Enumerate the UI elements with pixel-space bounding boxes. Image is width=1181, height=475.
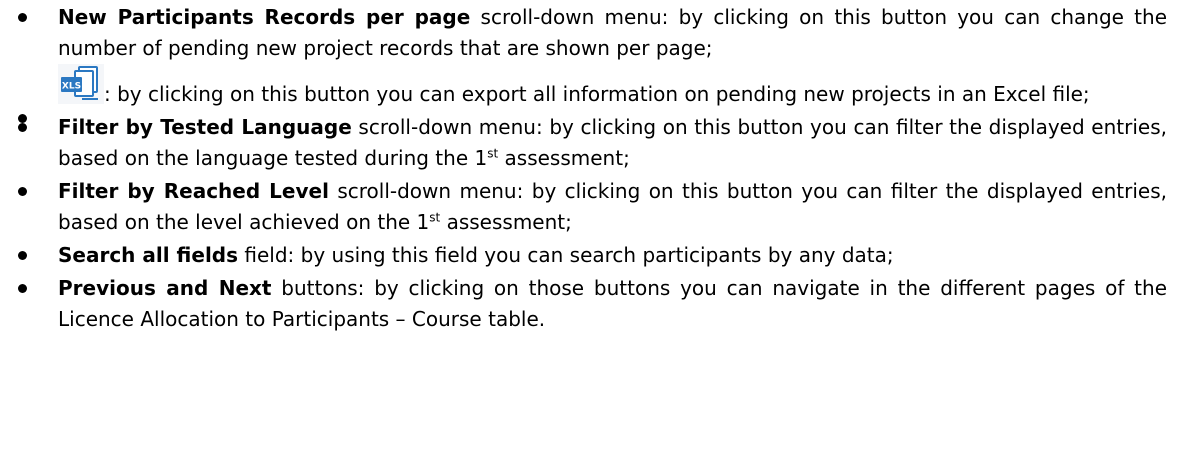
item-term: Filter by Reached Level	[58, 179, 329, 203]
document-page: New Participants Records per page scroll…	[0, 2, 1181, 475]
item-term: Filter by Tested Language	[58, 115, 352, 139]
bullet-icon	[18, 251, 27, 260]
item-description: : by clicking on this button you can exp…	[104, 82, 1090, 106]
bullet-icon	[18, 123, 27, 132]
item-term: Previous and Next	[58, 276, 272, 300]
bullet-icon	[18, 284, 27, 293]
bullet-list: New Participants Records per page scroll…	[0, 2, 1181, 335]
bullet-icon	[18, 187, 27, 196]
item-description-end: assessment;	[440, 210, 572, 234]
item-term: New Participants Records per page	[58, 5, 471, 29]
list-item-xls-export: XLS : by clicking on this button you can…	[0, 64, 1181, 123]
xls-export-icon: XLS	[58, 64, 104, 104]
list-item-filter-level: Filter by Reached Level scroll-down menu…	[0, 176, 1181, 238]
bullet-icon	[18, 13, 27, 22]
xls-icon-label: XLS	[62, 82, 81, 92]
list-item-filter-language: Filter by Tested Language scroll-down me…	[0, 112, 1181, 174]
list-item-previous-next: Previous and Next buttons: by clicking o…	[0, 273, 1181, 335]
item-description: field: by using this field you can searc…	[238, 243, 894, 267]
item-description-end: assessment;	[498, 146, 630, 170]
item-term: Search all fields	[58, 243, 239, 267]
list-item-search-fields: Search all fields field: by using this f…	[0, 240, 1181, 271]
list-item-records-per-page: New Participants Records per page scroll…	[0, 2, 1181, 64]
ordinal-suffix: st	[487, 146, 499, 161]
ordinal-suffix: st	[429, 210, 441, 225]
